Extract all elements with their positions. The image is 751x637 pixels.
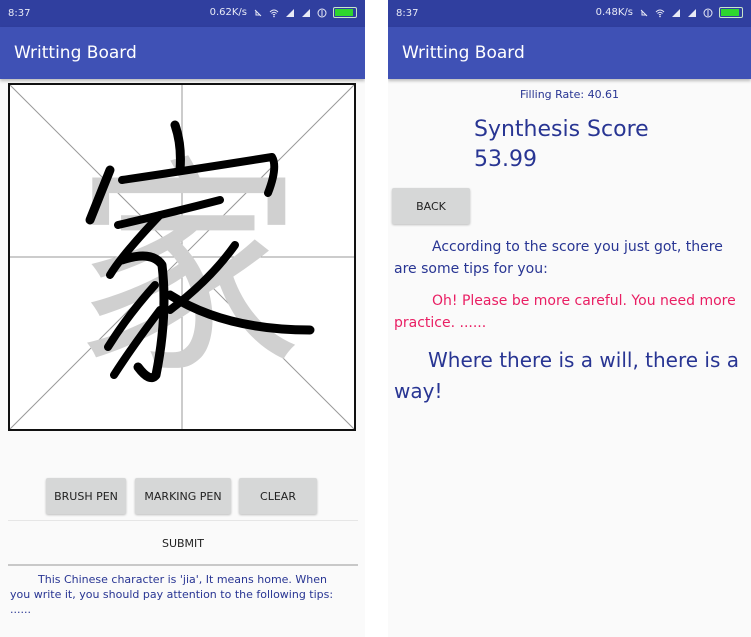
submit-button[interactable]: SUBMIT <box>8 521 358 565</box>
signal-icon <box>302 8 310 17</box>
status-time: 8:37 <box>8 8 31 19</box>
drawing-screen: 8:37 0.62K/s Writting Board 家 BRUSH PEN … <box>0 0 365 637</box>
motto: Where there is a will, there is a way! <box>394 348 740 403</box>
character-hint: This Chinese character is 'jia', It mean… <box>10 573 334 616</box>
app-bar: Writting Board <box>388 27 751 79</box>
mute-icon <box>254 9 262 16</box>
battery-icon <box>333 7 357 18</box>
network-speed: 0.62K/s <box>209 7 247 18</box>
status-bar: 8:37 0.48K/s <box>388 0 751 27</box>
signal-icon <box>672 8 680 17</box>
data-icon <box>317 8 327 17</box>
network-speed: 0.48K/s <box>595 7 633 18</box>
wifi-icon <box>655 9 665 17</box>
divider <box>8 564 358 566</box>
marking-pen-button[interactable]: MARKING PEN <box>135 478 231 514</box>
back-button[interactable]: BACK <box>392 188 470 224</box>
status-icons: 0.62K/s <box>210 7 357 18</box>
signal-icon <box>688 8 696 17</box>
status-bar: 8:37 0.62K/s <box>0 0 365 27</box>
writing-board-canvas[interactable]: 家 <box>8 83 356 431</box>
score-label: Synthesis Score <box>474 117 649 142</box>
data-icon <box>703 8 713 17</box>
mute-icon <box>640 9 648 16</box>
signal-icon <box>286 8 294 17</box>
app-title: Writting Board <box>14 43 137 63</box>
submit-row: SUBMIT <box>8 520 358 565</box>
writing-board-grid: 家 <box>9 84 355 430</box>
battery-icon <box>719 7 743 18</box>
brush-pen-button[interactable]: BRUSH PEN <box>46 478 126 514</box>
tips-warning: Oh! Please be more careful. You need mor… <box>394 293 736 331</box>
filling-rate: Filling Rate: 40.61 <box>519 88 620 101</box>
tips-intro: According to the score you just got, the… <box>394 239 723 277</box>
result-screen: 8:37 0.48K/s Writting Board Filling Rate… <box>388 0 751 637</box>
status-icons: 0.48K/s <box>596 7 743 18</box>
status-time: 8:37 <box>396 8 419 19</box>
wifi-icon <box>269 9 279 17</box>
score-value: 53.99 <box>474 147 537 172</box>
app-bar: Writting Board <box>0 27 365 79</box>
app-title: Writting Board <box>402 43 525 63</box>
clear-button[interactable]: CLEAR <box>239 478 317 514</box>
